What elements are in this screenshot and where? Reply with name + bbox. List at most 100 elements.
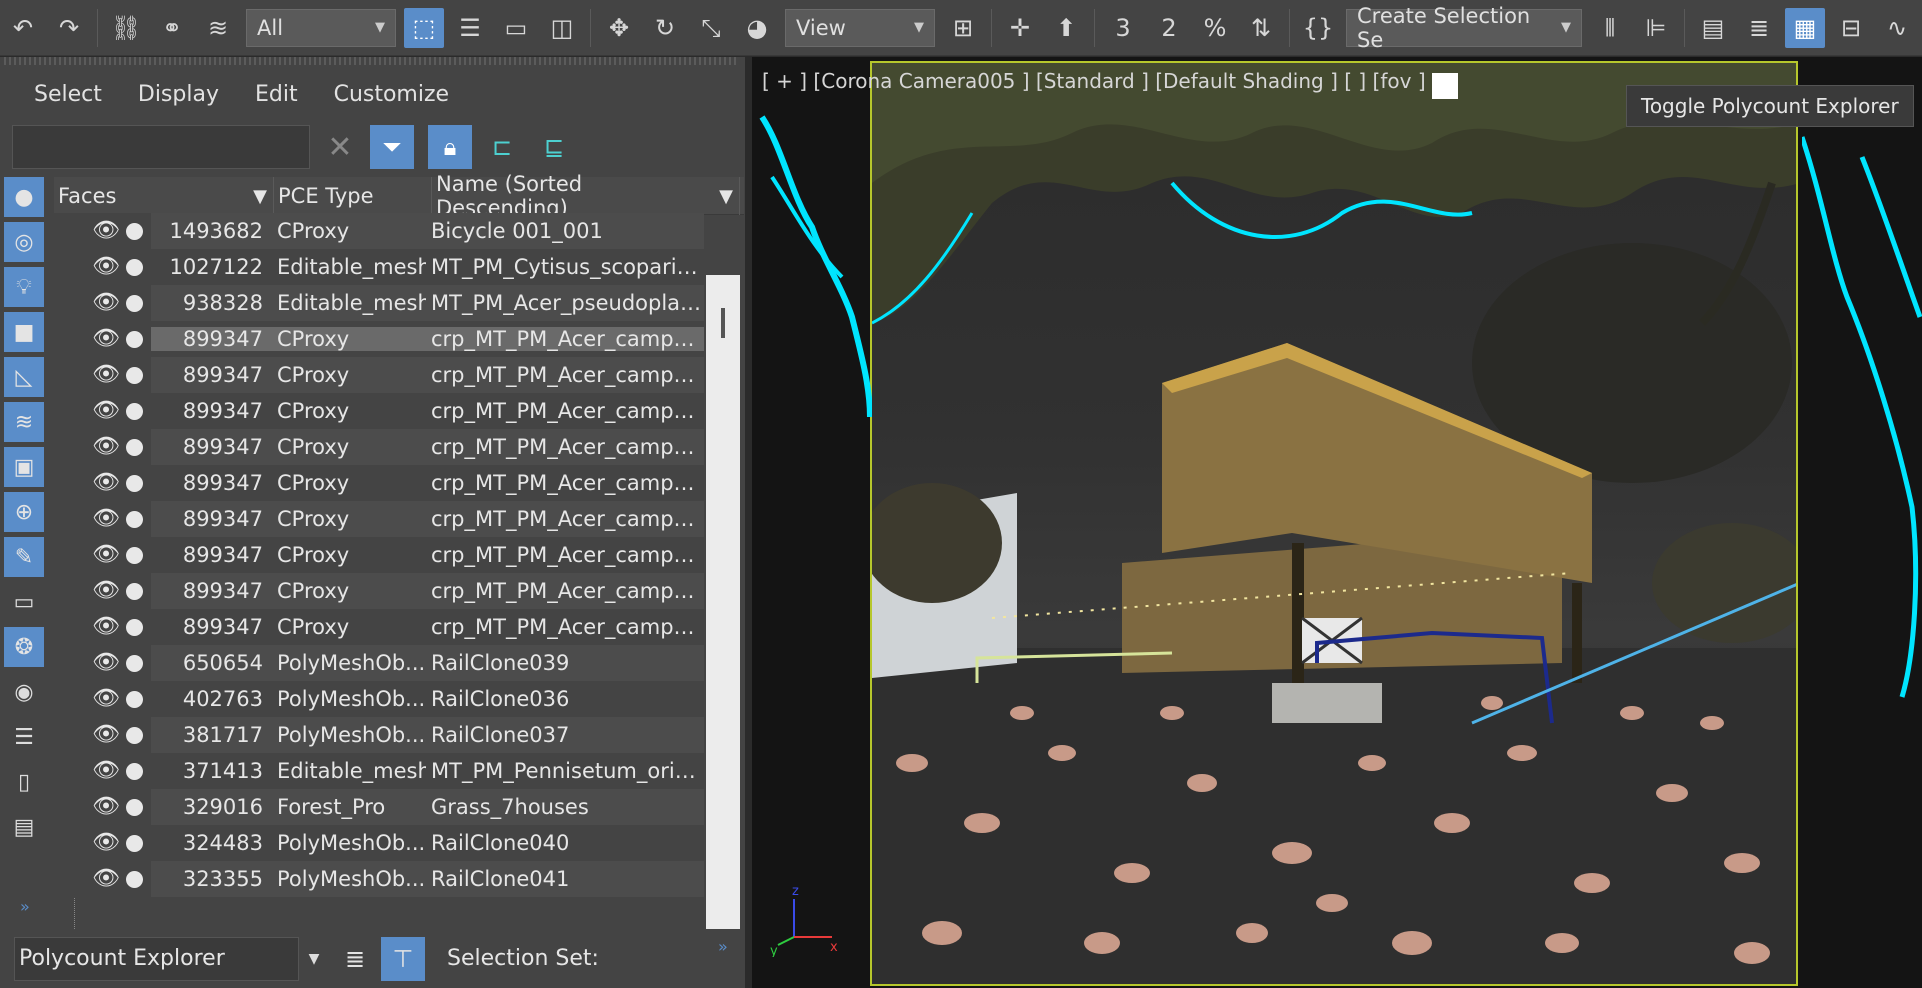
freeze-dot-icon[interactable] [126,331,143,348]
table-row[interactable]: 👁︎ 899347 CProxy crp_MT_PM_Acer_campes_ [54,321,704,357]
edit-named-selection-icon[interactable]: {} [1298,8,1338,48]
vertical-scrollbar[interactable] [706,275,740,955]
hidden-filter-icon[interactable]: ◉ [4,672,44,712]
freeze-dot-icon[interactable] [126,835,143,852]
particles-filter-icon[interactable]: ❂ [4,627,44,667]
freeze-dot-icon[interactable] [126,691,143,708]
freeze-dot-icon[interactable] [126,547,143,564]
table-row[interactable]: 👁︎ 323355 PolyMeshOb... RailClone041 [54,861,704,897]
freeze-dot-icon[interactable] [126,727,143,744]
scale-icon[interactable]: ⤡ [691,8,731,48]
freeze-dot-icon[interactable] [126,619,143,636]
rectangular-selection-icon[interactable]: ▭ [496,8,536,48]
expand-icon[interactable]: » [718,937,728,956]
visibility-eye-icon[interactable]: 👁︎ [92,508,120,530]
visibility-eye-icon[interactable]: 👁︎ [92,292,120,314]
display-none-icon[interactable]: ▯ [4,762,44,802]
table-row[interactable]: 👁︎ 899347 CProxy crp_MT_PM_Acer_campes_ [54,357,704,393]
freeze-dot-icon[interactable] [126,871,143,888]
scene-explorer-icon[interactable]: ▤ [1693,8,1733,48]
explorer-selector[interactable]: Polycount Explorer [14,936,299,981]
hierarchy-icon[interactable]: ⊏ [480,125,524,169]
redo-icon[interactable]: ↷ [49,8,89,48]
expand-toolbar-icon[interactable]: » [20,897,30,916]
column-name[interactable]: Name (Sorted Descending) ▼ [432,172,740,220]
visibility-eye-icon[interactable]: 👁︎ [92,436,120,458]
visibility-eye-icon[interactable]: 👁︎ [92,688,120,710]
named-selection-dropdown[interactable]: Create Selection Se ▼ [1346,4,1582,52]
invert-display-icon[interactable]: ▤ [4,807,44,847]
lock-icon[interactable]: 🔒︎ [428,125,472,169]
visibility-eye-icon[interactable]: 👁︎ [92,256,120,278]
mirror-icon[interactable]: ⫴ [1590,8,1630,48]
containers-filter-icon[interactable]: ▭ [4,582,44,622]
visibility-eye-icon[interactable]: 👁︎ [92,724,120,746]
select-by-name-icon[interactable]: ☰ [450,8,490,48]
xrefs-filter-icon[interactable]: ⊕ [4,492,44,532]
freeze-dot-icon[interactable] [126,799,143,816]
reference-coordinate-dropdown[interactable]: View ▼ [785,8,935,47]
freeze-dot-icon[interactable] [126,295,143,312]
visibility-eye-icon[interactable]: 👁︎ [92,472,120,494]
table-row[interactable]: 👁︎ 329016 Forest_Pro Grass_7houses [54,789,704,825]
chevron-down-icon[interactable]: ▼ [299,951,329,967]
pivot-center-icon[interactable]: ⊞ [943,8,983,48]
sort-descending-icon[interactable]: ▼ [719,186,733,207]
visibility-eye-icon[interactable]: 👁︎ [92,544,120,566]
keyboard-shortcut-override-icon[interactable]: ⬆ [1046,8,1086,48]
menu-edit[interactable]: Edit [255,82,298,107]
filter-arrow-icon[interactable]: ▼ [253,186,267,207]
visibility-eye-icon[interactable]: 👁︎ [92,796,120,818]
freeze-dot-icon[interactable] [126,259,143,276]
table-row[interactable]: 👁︎ 371413 Editable_mesh MT_PM_Pennisetum_or… [54,753,704,789]
select-object-icon[interactable]: ⬚ [404,7,444,48]
undo-icon[interactable]: ↶ [3,8,43,48]
visibility-eye-icon[interactable]: 👁︎ [92,400,120,422]
visibility-eye-icon[interactable]: 👁︎ [92,616,120,638]
geometry-filter-icon[interactable]: ● [4,177,44,217]
freeze-dot-icon[interactable] [126,763,143,780]
align-icon[interactable]: ⊫ [1636,8,1676,48]
move-icon[interactable]: ✥ [599,8,639,48]
unlink-icon[interactable]: ⚭ [152,8,192,48]
curve-editor-icon[interactable]: ∿ [1877,8,1917,48]
menu-display[interactable]: Display [138,82,219,107]
hierarchy-view-icon[interactable]: ⊤ [381,936,425,981]
table-row[interactable]: 👁︎ 402763 PolyMeshOb... RailClone036 [54,681,704,717]
filter-icon[interactable]: ⏷ [370,125,414,169]
table-row[interactable]: 👁︎ 899347 CProxy crp_MT_PM_Acer_campes_ [54,393,704,429]
shapes-filter-icon[interactable]: ◎ [4,222,44,262]
scroll-thumb[interactable] [721,308,725,338]
table-row[interactable]: 👁︎ 1493682 CProxy Bicycle 001_001 [54,213,704,249]
bind-space-warp-icon[interactable]: ≋ [198,8,238,48]
helpers-filter-icon[interactable]: ◺ [4,357,44,397]
table-row[interactable]: 👁︎ 381717 PolyMeshOb... RailClone037 [54,717,704,753]
visibility-eye-icon[interactable]: 👁︎ [92,364,120,386]
table-row[interactable]: 👁︎ 899347 CProxy crp_MT_PM_Acer_campes_ [54,465,704,501]
freeze-dot-icon[interactable] [126,367,143,384]
visibility-eye-icon[interactable]: 👁︎ [92,328,120,350]
table-row[interactable]: 👁︎ 899347 CProxy crp_MT_PM_Acer_campes_ [54,609,704,645]
ribbon-icon[interactable]: ⊟ [1831,8,1871,48]
rotate-icon[interactable]: ↻ [645,8,685,48]
clear-search-icon[interactable]: ✕ [318,125,362,169]
freeze-dot-icon[interactable] [126,511,143,528]
table-row[interactable]: 👁︎ 938328 Editable_mesh MT_PM_Acer_pseudopl… [54,285,704,321]
cameras-filter-icon[interactable]: ■ [4,312,44,352]
lights-filter-icon[interactable]: 💡︎ [4,267,44,307]
selection-filter-dropdown[interactable]: All ▼ [246,8,396,47]
column-faces[interactable]: Faces ▼ [54,177,274,215]
placement-icon[interactable]: ◕ [737,8,777,48]
visibility-eye-icon[interactable]: 👁︎ [92,652,120,674]
freeze-dot-icon[interactable] [126,439,143,456]
layers-icon[interactable]: ≣ [333,937,377,981]
visibility-eye-icon[interactable]: 👁︎ [92,220,120,242]
window-crossing-icon[interactable]: ◫ [542,8,582,48]
angle-snap-icon[interactable]: 2 [1149,8,1189,48]
table-row[interactable]: 👁︎ 650654 PolyMeshOb... RailClone039 [54,645,704,681]
groups-filter-icon[interactable]: ▣ [4,447,44,487]
camera-viewport[interactable]: [ + ] [Corona Camera005 ] [Standard ] [D… [752,57,1922,988]
percent-snap-icon[interactable]: % [1195,8,1235,48]
display-all-icon[interactable]: ☰ [4,717,44,757]
space-warps-filter-icon[interactable]: ≋ [4,402,44,442]
